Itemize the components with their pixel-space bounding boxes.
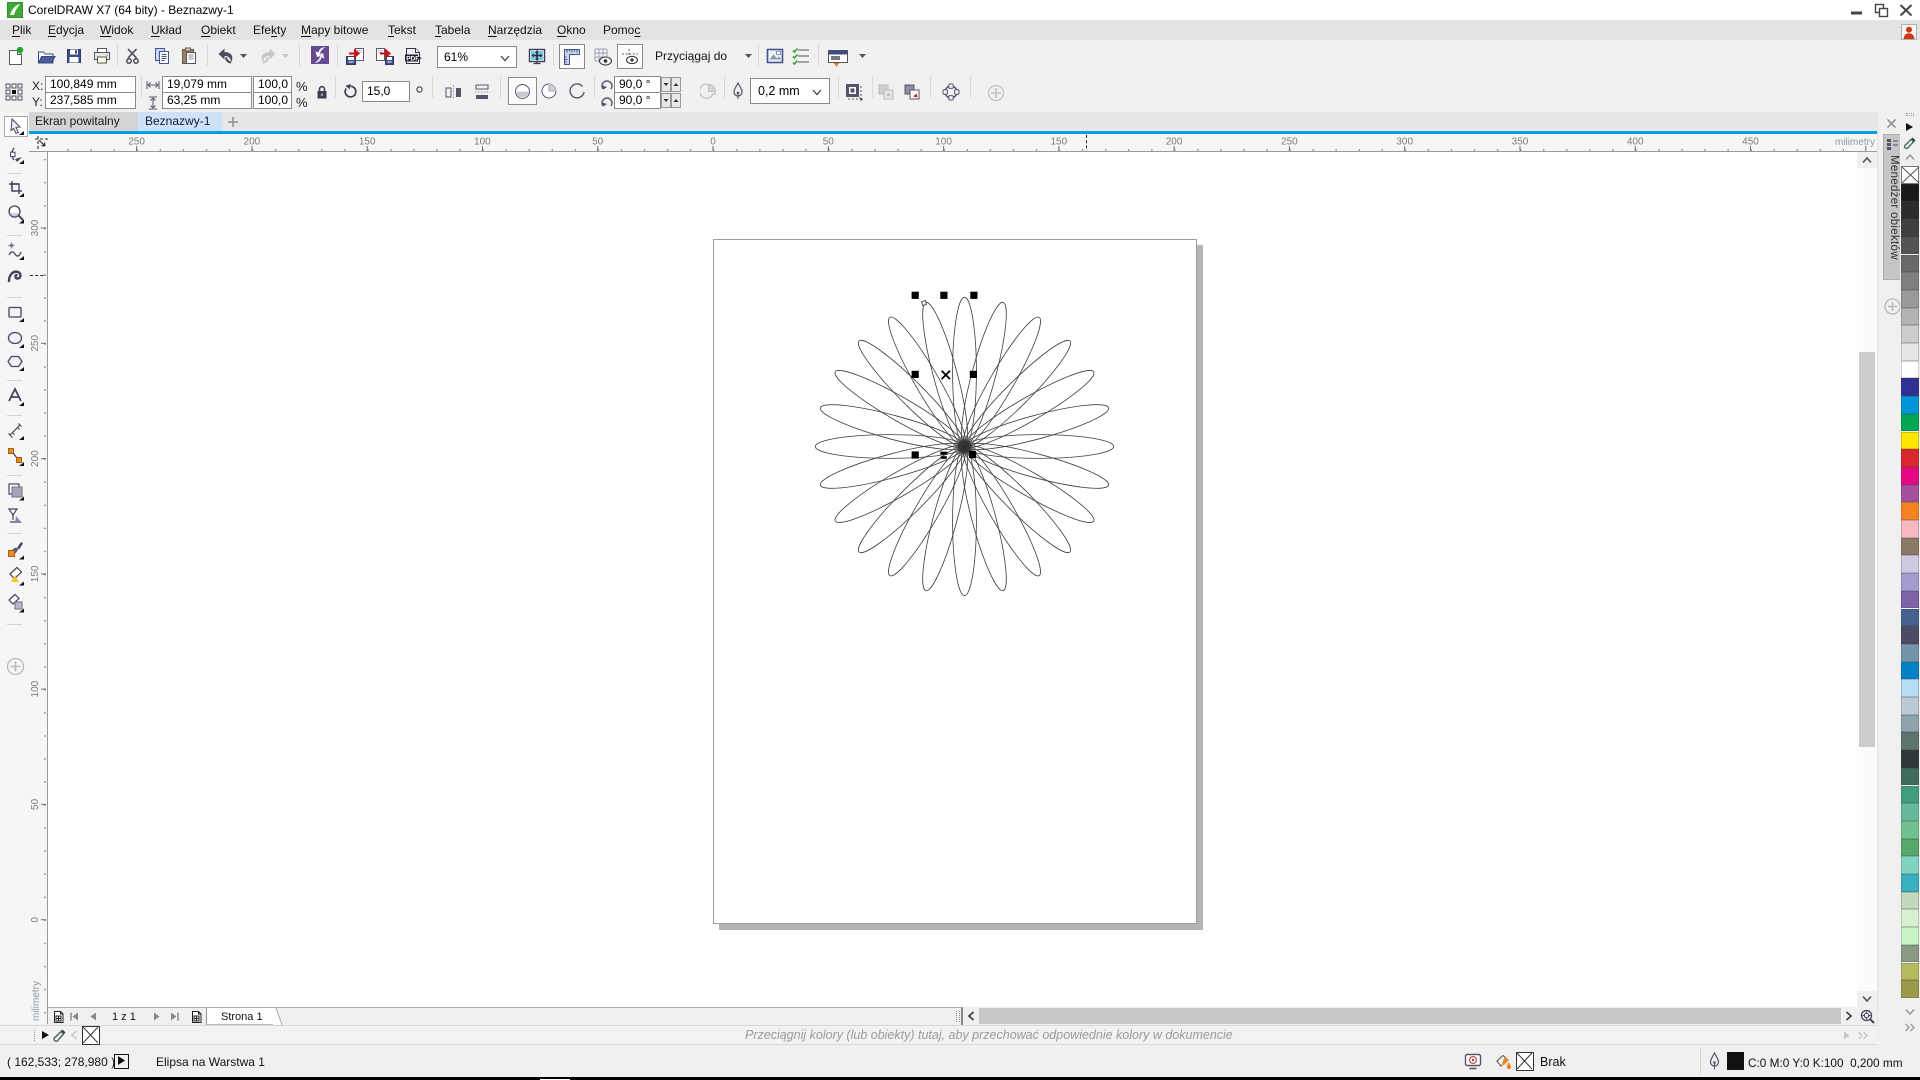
- svg-text:100: 100: [474, 137, 491, 148]
- svg-text:450: 450: [1742, 137, 1759, 148]
- svg-text:250: 250: [1281, 137, 1298, 148]
- svg-text:200: 200: [30, 450, 41, 467]
- svg-text:400: 400: [1627, 137, 1644, 148]
- svg-text:milimetry: milimetry: [31, 981, 42, 1021]
- svg-text:200: 200: [244, 137, 261, 148]
- svg-text:50: 50: [823, 137, 835, 148]
- svg-text:50: 50: [592, 137, 604, 148]
- svg-text:300: 300: [30, 219, 41, 236]
- svg-text:350: 350: [1512, 137, 1529, 148]
- svg-text:PDF: PDF: [406, 55, 419, 62]
- svg-text:100: 100: [935, 137, 952, 148]
- svg-text:50: 50: [30, 798, 41, 810]
- svg-text:300: 300: [1396, 137, 1413, 148]
- svg-text:0: 0: [710, 137, 716, 148]
- svg-text:250: 250: [30, 335, 41, 352]
- svg-text:150: 150: [30, 565, 41, 582]
- svg-text:150: 150: [1050, 137, 1067, 148]
- svg-text:250: 250: [128, 137, 145, 148]
- svg-text:150: 150: [359, 137, 376, 148]
- svg-text:200: 200: [1166, 137, 1183, 148]
- svg-text:100: 100: [30, 680, 41, 697]
- svg-text:milimetry: milimetry: [1835, 137, 1875, 148]
- svg-text:0: 0: [30, 916, 41, 922]
